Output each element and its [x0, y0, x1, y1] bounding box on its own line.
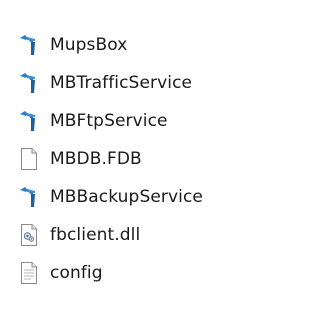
app-executable-icon: [18, 32, 40, 58]
app-executable-icon: [18, 70, 40, 96]
file-name: MBDB.FDB: [50, 149, 142, 169]
text-file-icon: [18, 260, 40, 286]
file-item-fbclient-dll[interactable]: fbclient.dll: [18, 216, 308, 254]
dll-file-icon: [18, 222, 40, 248]
file-item-mupsbox[interactable]: MupsBox: [18, 26, 308, 64]
file-name: config: [50, 263, 103, 283]
file-name: MupsBox: [50, 35, 128, 55]
file-item-mbdb-fdb[interactable]: MBDB.FDB: [18, 140, 308, 178]
app-executable-icon: [18, 108, 40, 134]
file-name: fbclient.dll: [50, 225, 141, 245]
file-item-mbtrafficservice[interactable]: MBTrafficService: [18, 64, 308, 102]
file-name: MBFtpService: [50, 111, 168, 131]
app-executable-icon: [18, 184, 40, 210]
file-item-config[interactable]: config: [18, 254, 308, 292]
blank-file-icon: [18, 146, 40, 172]
file-name: MBBackupService: [50, 187, 203, 207]
file-list: MupsBox MBTrafficService MBFtpService MB…: [18, 26, 308, 292]
file-item-mbftpservice[interactable]: MBFtpService: [18, 102, 308, 140]
file-name: MBTrafficService: [50, 73, 193, 93]
file-item-mbbackupservice[interactable]: MBBackupService: [18, 178, 308, 216]
